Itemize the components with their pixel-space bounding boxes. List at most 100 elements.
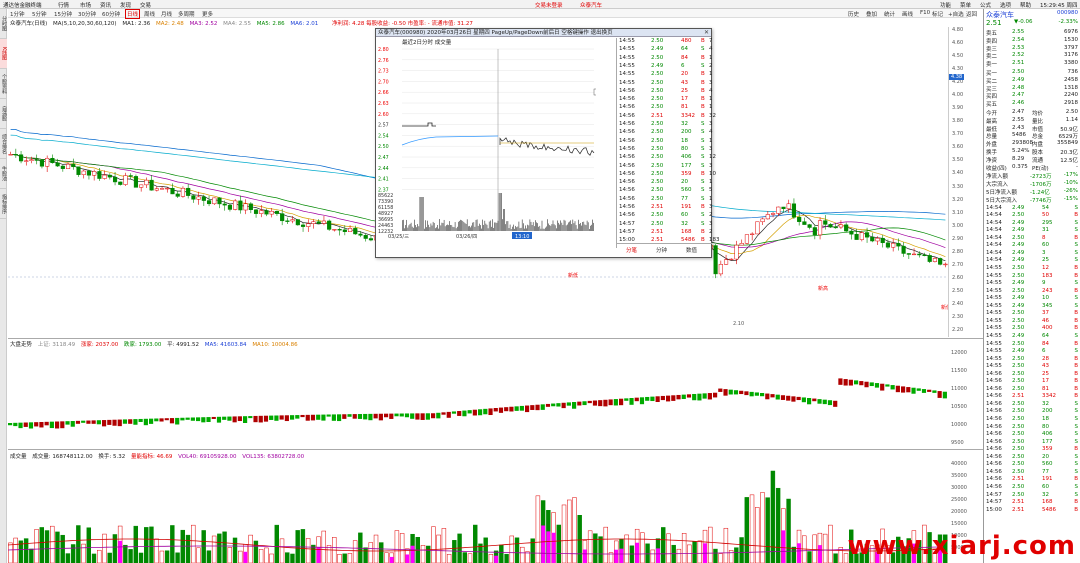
dapan-axis-label: 11000 (951, 386, 967, 392)
popup-vol-bar (493, 227, 494, 231)
side-tab-f10[interactable]: 个股资料 (0, 69, 7, 99)
popup-vol-bar (474, 226, 476, 231)
volume-bar-highlight (405, 554, 410, 563)
menu-help[interactable]: 帮助 (1020, 1, 1031, 9)
menu-zixun[interactable]: 资讯 (100, 1, 111, 9)
popup-tick-list[interactable]: 14:55 2.50 480 B 7 14:55 2.49 64 S 4 14:55 2.50 84 B 1… (616, 38, 720, 248)
period-bar: 1分钟 5分钟 15分钟 30分钟 60分钟 日线 周线 月线 多周期 更多 (8, 9, 968, 19)
tick-side: B (701, 87, 705, 94)
candle-body (29, 159, 34, 161)
menu-caidan[interactable]: 菜单 (960, 1, 971, 9)
volume-bar (185, 534, 191, 563)
tool-overlay[interactable]: 叠加 (866, 10, 877, 18)
rtick-time: 14:55 (986, 355, 1002, 362)
tick-price: 2.50 (651, 129, 664, 136)
candle-body (123, 175, 128, 185)
popup-vol-bar (567, 224, 568, 231)
dapan-band (342, 414, 347, 419)
popup-tick-row: 14:55 2.50 43 B 3 (617, 80, 713, 87)
rtick-row: 14:54 2.49 31 S (986, 227, 1078, 235)
period-30min[interactable]: 30分钟 (78, 10, 96, 18)
period-15min[interactable]: 15分钟 (54, 10, 72, 18)
price-axis-current: 4.38 (949, 74, 965, 80)
rtick-time: 14:55 (986, 280, 1002, 287)
menu-options[interactable]: 选项 (1000, 1, 1011, 9)
period-more[interactable]: 更多 (202, 10, 213, 18)
rtick-volume: 345 (1042, 302, 1053, 309)
menu-jiaoyi[interactable]: 交易 (140, 1, 151, 9)
dapan-band (582, 401, 587, 406)
period-day[interactable]: 日线 (125, 9, 141, 19)
period-month[interactable]: 月线 (161, 10, 172, 18)
rtick-price: 2.49 (1012, 302, 1025, 309)
dapan-band (608, 399, 613, 406)
dapan-band (112, 419, 117, 426)
dapan-chart[interactable] (8, 348, 948, 448)
intraday-popup[interactable]: 众泰汽车(000980) 2020年03月26日 星期四 PageUp/Page… (375, 28, 720, 258)
popup-intraday-chart[interactable]: 2.809.00%2.767.67%2.736.32%2.705.00%2.66… (376, 45, 596, 241)
dapan-band (937, 391, 942, 398)
tab-fenbi[interactable]: 分笔 (626, 246, 637, 254)
side-tab-fenshi[interactable]: 分时图 (0, 9, 7, 39)
period-multi[interactable]: 多周期 (178, 10, 195, 18)
tick-time: 14:56 (619, 137, 635, 144)
menu-shichang[interactable]: 市场 (80, 1, 91, 9)
stat-row: 收益(四) 0.375 PE(动) - (986, 164, 1078, 172)
tool-draw[interactable]: 画线 (902, 10, 913, 18)
volume-bar (133, 525, 139, 563)
tool-stats[interactable]: 统计 (884, 10, 895, 18)
period-60min[interactable]: 60分钟 (102, 10, 120, 18)
volume-bar-highlight (551, 532, 556, 563)
dapan-band (222, 416, 227, 420)
menu-function[interactable]: 功能 (940, 1, 951, 9)
tool-back[interactable]: 返回 (966, 10, 977, 18)
candle-body (222, 203, 227, 206)
volume-bar (577, 515, 582, 563)
rtick-side: B (1074, 446, 1078, 453)
tool-history[interactable]: 历史 (848, 10, 859, 18)
period-5min[interactable]: 5分钟 (32, 10, 47, 18)
menu-formula[interactable]: 公式 (980, 1, 991, 9)
tab-fenzhong[interactable]: 分钟 (656, 246, 667, 254)
popup-price-label: 2.80 (378, 47, 389, 53)
tick-volume: 43 (681, 79, 688, 86)
sell-volume: 3176 (1064, 52, 1078, 59)
tool-add-watch[interactable]: +自选 (948, 10, 964, 18)
rtick-price: 2.50 (1012, 287, 1025, 294)
rtick-time: 14:55 (986, 332, 1002, 339)
dapan-band (681, 394, 686, 400)
popup-vol-bar (561, 222, 563, 231)
tool-mark[interactable]: 标记 (932, 10, 943, 18)
popup-vol-bar (505, 224, 506, 231)
titlebar-stock-name: 众泰汽车 (580, 3, 603, 9)
tick-count: 1 (709, 54, 713, 61)
popup-vol-bar (490, 220, 491, 231)
popup-vol-bar (520, 227, 522, 231)
period-1min[interactable]: 1分钟 (10, 10, 25, 18)
tick-side: S (701, 187, 705, 194)
volume-chart[interactable] (8, 460, 948, 563)
popup-vol-bar (471, 225, 472, 231)
sell-level: 卖三 2.53 3797 (986, 45, 1078, 53)
side-tab-kline[interactable]: K线图 (0, 39, 7, 69)
tab-shuzhi[interactable]: 数值 (686, 246, 697, 254)
volume-bar (91, 553, 97, 563)
side-tab-sort[interactable]: 指标排序 (0, 189, 7, 219)
dapan-band (885, 384, 890, 387)
sell-label: 卖三 (986, 46, 998, 53)
dapan-band (337, 414, 342, 422)
volume-bar (666, 533, 671, 563)
period-week[interactable]: 周线 (144, 10, 155, 18)
side-tab-pool[interactable]: 牛股池 (0, 159, 7, 189)
side-tab-watchlist[interactable]: 自选股 (0, 99, 7, 129)
close-icon[interactable]: ✕ (704, 29, 709, 37)
side-tab-ranking[interactable]: 综合排名 (0, 129, 7, 159)
rtick-row: 14:56 2.50 359 B (986, 446, 1078, 454)
clock: 15:29:45 周四 (1040, 3, 1078, 9)
menu-faxian[interactable]: 发现 (120, 1, 131, 9)
volume-bar (379, 542, 384, 563)
dapan-band (60, 421, 65, 429)
menu-hangqing[interactable]: 行情 (58, 1, 69, 9)
dapan-band (373, 413, 378, 419)
tool-f10[interactable]: F10 (920, 10, 930, 16)
